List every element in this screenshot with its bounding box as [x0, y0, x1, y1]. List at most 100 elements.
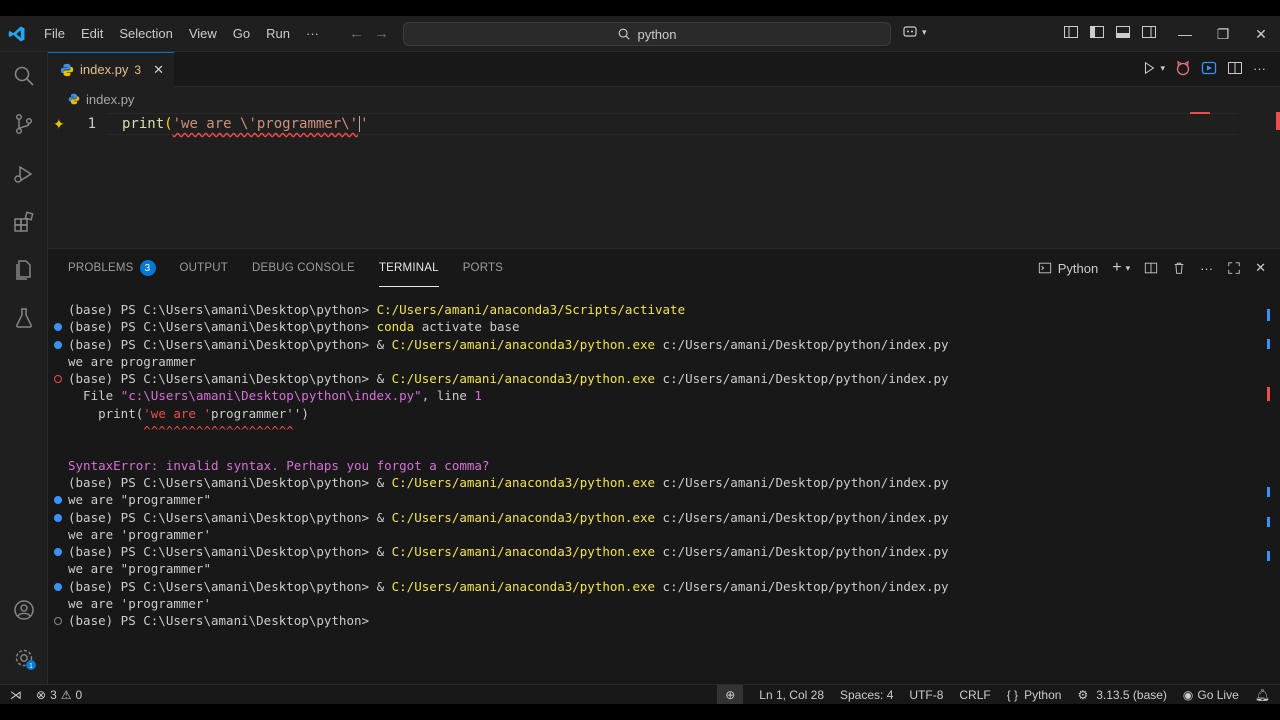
sparkle-icon[interactable]: ✦ — [53, 116, 65, 133]
tab-ports[interactable]: PORTS — [463, 249, 503, 287]
maximize-panel-icon[interactable] — [1227, 261, 1241, 275]
close-panel-icon[interactable]: ✕ — [1255, 260, 1266, 276]
notifications-bell-icon[interactable]: 🔔︎ — [1255, 688, 1270, 702]
python-env-icon: ⚙ — [1077, 687, 1089, 702]
command-success-icon[interactable] — [54, 496, 62, 505]
command-success-icon[interactable] — [54, 582, 62, 591]
indentation[interactable]: Spaces: 4 — [840, 688, 893, 702]
terminal-output[interactable]: (base) PS C:\Users\amani\Desktop\python>… — [48, 301, 1258, 630]
menu-item-edit[interactable]: Edit — [73, 16, 111, 52]
menu-item-go[interactable]: Go — [225, 16, 258, 52]
more-actions-icon[interactable]: ··· — [1253, 61, 1266, 76]
new-terminal-icon[interactable]: + — [1112, 259, 1121, 277]
code-line-1[interactable]: ✦ 1 print('we are \'programmer\' ' — [48, 113, 1280, 135]
copilot-menu[interactable]: ▾ — [902, 24, 927, 40]
menu-item-selection[interactable]: Selection — [111, 16, 180, 52]
menu-item-more[interactable]: ··· — [298, 16, 327, 52]
account-icon[interactable] — [12, 598, 36, 622]
terminal-operator: & — [376, 474, 392, 490]
minimize-icon[interactable]: — — [1166, 26, 1204, 42]
split-terminal-icon[interactable] — [1144, 261, 1158, 275]
title-bar: File Edit Selection View Go Run ··· ← → python… — [0, 16, 1280, 52]
customize-layout-icon[interactable] — [1063, 24, 1079, 40]
line-ending[interactable]: CRLF — [959, 688, 990, 702]
problems-status[interactable]: ⊗ 3 ⚠ 0 — [36, 688, 82, 702]
window-controls: — ❐ ✕ — [1166, 16, 1280, 52]
explorer-files-icon[interactable] — [12, 258, 36, 282]
testing-flask-icon[interactable] — [12, 306, 36, 330]
remote-icon[interactable]: ⋊ — [10, 688, 22, 702]
terminal-prompt: (base) PS C:\Users\amani\Desktop\python> — [68, 302, 377, 317]
tab-problems[interactable]: PROBLEMS 3 — [68, 249, 156, 287]
code-string: 'we are \'programmer\' — [172, 116, 359, 132]
trash-icon[interactable] — [1172, 261, 1186, 275]
terminal-args: activate base — [414, 319, 520, 335]
go-live[interactable]: ◉ Go Live — [1183, 688, 1239, 702]
terminal-args: c:/Users/amani/Desktop/python/index.py — [655, 336, 949, 352]
traceback-text: , line — [421, 388, 475, 404]
extensions-icon[interactable] — [12, 210, 36, 234]
chevron-down-icon[interactable]: ▾ — [1160, 63, 1165, 74]
traceback-code: '') — [286, 405, 309, 421]
split-editor-icon[interactable] — [1227, 60, 1243, 76]
close-window-icon[interactable]: ✕ — [1242, 26, 1280, 43]
tab-debug-console[interactable]: DEBUG CONSOLE — [252, 249, 355, 287]
encoding[interactable]: UTF-8 — [909, 688, 943, 702]
chevron-down-icon[interactable]: ▾ — [1126, 263, 1131, 274]
code-quote: ' — [360, 116, 369, 132]
traceback-carets: ^^^^^^^^^^^^^^^^^^^^ — [68, 423, 294, 439]
terminal-args: c:/Users/amani/Desktop/python/index.py — [655, 544, 949, 560]
cursor-position[interactable]: Ln 1, Col 28 — [759, 688, 824, 702]
terminal-output-text: we are "programmer" — [68, 561, 211, 577]
command-success-icon[interactable] — [54, 548, 62, 557]
toggle-panel-icon[interactable] — [1115, 24, 1131, 40]
manage-gear-icon[interactable]: 1 — [12, 646, 36, 670]
terminal-line: (base) PS C:\Users\amani\Desktop\python>… — [48, 543, 1258, 560]
toggle-sidebar-icon[interactable] — [1089, 24, 1105, 40]
more-actions-icon[interactable]: ··· — [1200, 261, 1213, 276]
traceback-file: "c:\Users\amani\Desktop\python\index.py" — [120, 388, 422, 404]
tab-problem-count: 3 — [134, 62, 142, 77]
breadcrumb-file[interactable]: index.py — [86, 92, 134, 107]
vscode-logo-icon — [0, 16, 34, 52]
tab-output[interactable]: OUTPUT — [180, 249, 228, 287]
terminal-line: we are 'programmer' — [48, 526, 1258, 543]
copilot-cat-icon[interactable] — [1175, 60, 1191, 76]
command-center-search[interactable]: python — [403, 22, 891, 46]
interpreter[interactable]: ⚙ 3.13.5 (base) — [1077, 688, 1166, 702]
command-error-icon[interactable] — [54, 375, 62, 384]
terminal-line: we are 'programmer' — [48, 595, 1258, 612]
restore-icon[interactable]: ❐ — [1204, 26, 1242, 43]
run-python-icon[interactable] — [1142, 61, 1156, 75]
tab-index-py[interactable]: index.py 3 ✕ — [48, 51, 175, 87]
activity-bar: 1 — [0, 52, 48, 684]
terminal-command: C:/Users/amani/anaconda3/python.exe — [391, 474, 656, 490]
code-text[interactable]: print('we are \'programmer\' ' — [122, 116, 368, 132]
language-label: Python — [1024, 687, 1062, 702]
terminal-prompt: (base) PS C:\Users\amani\Desktop\python> — [68, 319, 377, 335]
source-control-icon[interactable] — [12, 112, 36, 136]
panel-tab-label: TERMINAL — [378, 261, 439, 274]
explorer-search-icon[interactable] — [12, 64, 36, 88]
back-arrow-icon[interactable]: ← — [349, 25, 364, 42]
command-success-icon[interactable] — [54, 323, 62, 332]
close-icon[interactable]: ✕ — [153, 62, 164, 78]
menu-item-file[interactable]: File — [36, 16, 73, 52]
broadcast-icon: ◉ — [1182, 687, 1194, 702]
language-mode[interactable]: { } Python — [1007, 688, 1062, 702]
command-success-icon[interactable] — [54, 513, 62, 522]
forward-arrow-icon[interactable]: → — [374, 25, 389, 42]
toggle-secondary-sidebar-icon[interactable] — [1141, 24, 1157, 40]
scrollbar-error-mark — [1276, 112, 1280, 130]
menu-item-view[interactable]: View — [181, 16, 225, 52]
menu-item-run[interactable]: Run — [258, 16, 298, 52]
run-debug-icon[interactable] — [12, 162, 36, 186]
command-pending-icon[interactable] — [54, 617, 62, 626]
line-number: 1 — [87, 116, 96, 132]
live-preview-icon[interactable] — [1201, 60, 1217, 76]
tab-terminal[interactable]: TERMINAL — [378, 249, 439, 287]
terminal-shell-label[interactable]: Python — [1058, 261, 1098, 276]
python-file-icon — [60, 63, 74, 76]
command-success-icon[interactable] — [54, 340, 62, 349]
zoom-icon[interactable]: ⊕ — [717, 684, 744, 704]
